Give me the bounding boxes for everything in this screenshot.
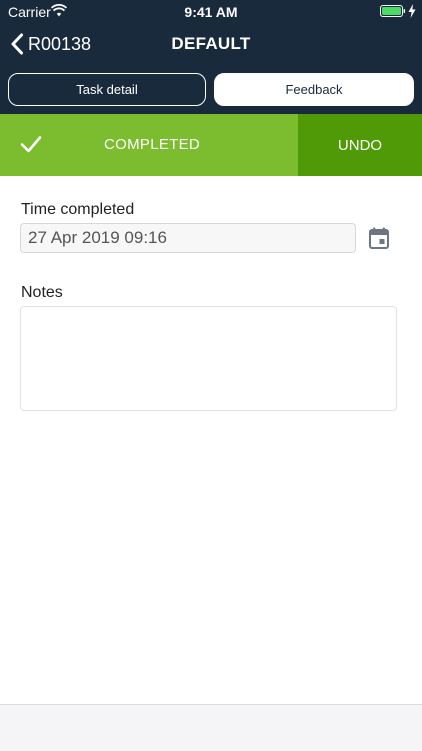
undo-button[interactable]: UNDO xyxy=(298,114,422,176)
notes-field[interactable] xyxy=(20,306,397,411)
calendar-icon[interactable] xyxy=(369,227,389,249)
nav-bar: R00138 DEFAULT xyxy=(0,26,422,62)
header: Carrier 9:41 AM R00138 DEFAULT Task deta… xyxy=(0,0,422,114)
check-icon xyxy=(20,136,42,153)
time-completed-value: 27 Apr 2019 09:16 xyxy=(28,228,167,247)
tab-task-detail[interactable]: Task detail xyxy=(8,73,206,106)
battery-icon xyxy=(380,5,406,17)
page-title: DEFAULT xyxy=(171,34,251,53)
clock: 9:41 AM xyxy=(184,4,238,20)
completed-label: COMPLETED xyxy=(104,136,201,153)
tab-bar: Task detail Feedback xyxy=(8,73,414,106)
notes-label: Notes xyxy=(21,284,63,301)
tab-feedback[interactable]: Feedback xyxy=(214,73,414,106)
completed-banner: COMPLETED xyxy=(0,114,298,176)
status-bar: Carrier 9:41 AM xyxy=(0,0,422,22)
completion-status-row: COMPLETED UNDO xyxy=(0,114,422,176)
charge-icon xyxy=(408,4,416,18)
time-completed-field[interactable]: 27 Apr 2019 09:16 xyxy=(20,223,356,253)
time-completed-label: Time completed xyxy=(21,201,135,218)
bottom-bar xyxy=(0,704,422,751)
